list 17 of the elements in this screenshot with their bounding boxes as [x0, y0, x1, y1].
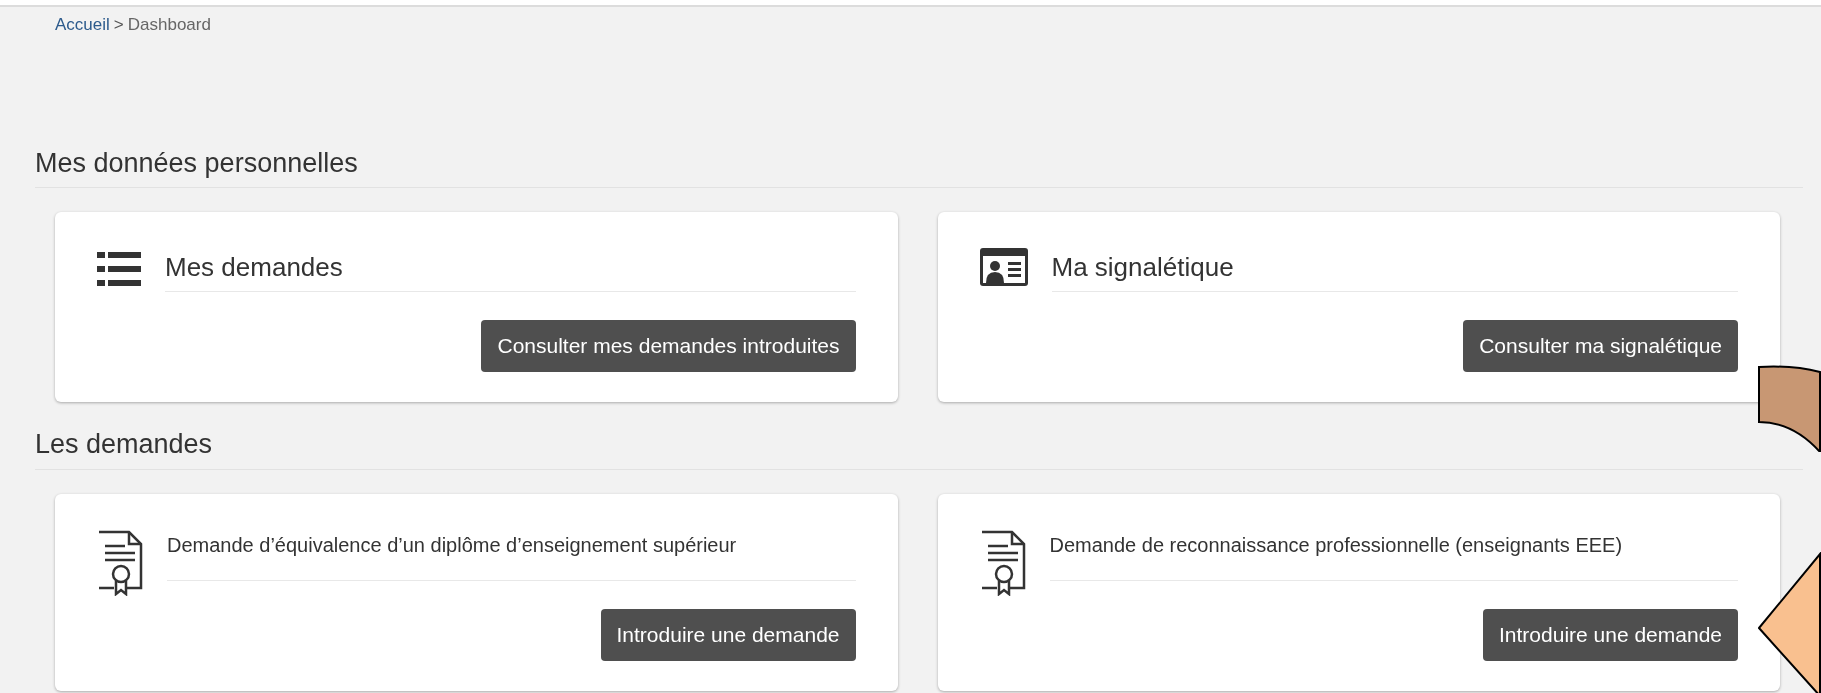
section-heading: Mes données personnelles	[35, 146, 359, 180]
card-title: Demande de reconnaissance professionnelle (enseignants EEE)	[1049, 533, 1623, 556]
id-card-icon	[979, 248, 1028, 286]
action-button[interactable]: Introduire une demande	[1483, 608, 1738, 661]
section-heading: Les demandes	[35, 428, 214, 461]
certificate-icon	[979, 529, 1026, 596]
action-button[interactable]: Introduire une demande	[600, 608, 856, 661]
card-title: Demande d’équivalence d’un diplôme d’enseignement supérieur	[167, 533, 737, 556]
action-button[interactable]: Consulter mes demandes introduites	[481, 320, 856, 372]
certificate-icon	[97, 529, 143, 596]
card-title: Mes demandes	[165, 252, 343, 282]
card-title: Ma signalétique	[1051, 252, 1234, 282]
breadcrumb-link[interactable]: Accueil	[55, 12, 110, 38]
breadcrumb-separator: >	[113, 14, 124, 36]
action-button[interactable]: Consulter ma signalétique	[1463, 320, 1738, 372]
breadcrumb-current: Dashboard	[127, 14, 211, 36]
list-icon	[97, 252, 141, 286]
